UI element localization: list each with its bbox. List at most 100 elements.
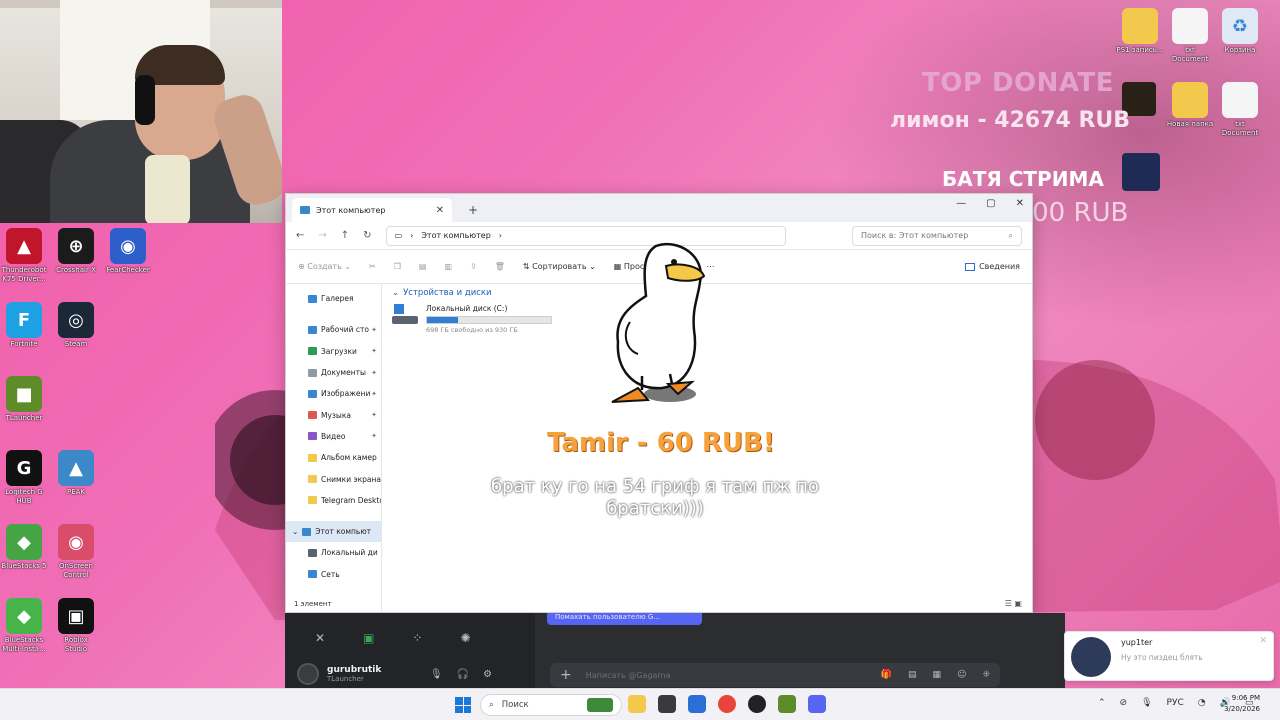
sidebar-item-8[interactable]: Снимки экрана [286,468,381,489]
desktop-icon-left-9[interactable]: ◉ OnScreen Control [44,524,108,580]
sidebar-item-10[interactable]: ⌄ Этот компьют [286,520,381,543]
minecraft-app-icon[interactable] [778,695,796,713]
desktop-icon-right-4[interactable]: txt Document [1208,82,1272,138]
close-tab-icon[interactable]: ✕ [436,205,444,216]
desktop-icon-left-11[interactable]: ▣ Roblox Studio [44,598,108,654]
activity-icon[interactable]: ✺ [460,631,470,645]
sidebar-item-7[interactable]: Альбом камер [286,447,381,468]
chevron-up-icon[interactable]: ⌃ [1098,698,1106,708]
drive-usage-bar [426,316,552,324]
create-button[interactable]: ⊕ Создать ⌄ [298,262,351,271]
discord-username: gurubrutik [327,665,382,675]
xbox-icon[interactable]: ▣ [363,631,374,645]
sidebar-item-label: Сеть [321,569,340,579]
headphones-icon[interactable]: 🎧 [457,669,469,680]
chevron-down-icon: ⌄ [392,288,400,298]
sidebar-item-11[interactable]: Локальный ди [286,542,381,563]
back-arrow-icon[interactable]: ← [296,230,304,241]
minimize-button[interactable]: — [956,198,966,209]
tab-this-pc[interactable]: Этот компьютер ✕ [292,198,452,222]
network-off-icon[interactable]: ⊘ [1120,698,1128,708]
sticker-icon[interactable]: ▦ [933,670,942,680]
tab-bar: Этот компьютер ✕ + — ▢ ✕ [286,194,1032,222]
taskbar-search[interactable]: ⌕ Поиск [480,694,622,716]
language-indicator[interactable]: РУС [1167,698,1184,708]
close-window-button[interactable]: ✕ [1016,198,1024,209]
sidebar-item-3[interactable]: Документы ✦ [286,362,381,383]
start-button[interactable] [455,697,471,713]
gif-icon[interactable]: ▤ [908,670,917,680]
microphone-icon[interactable]: 🎙 [430,669,443,680]
sidebar-item-5[interactable]: Музыка ✦ [286,404,381,425]
wave-button[interactable]: Помахать пользователю G... [547,613,702,625]
mute-icon[interactable]: ✕ [315,631,325,645]
desktop-icon-left-2[interactable]: ◉ FearChecker [96,228,160,275]
copy-icon[interactable]: ❐ [394,262,401,271]
maximize-button[interactable]: ▢ [986,198,995,209]
clock[interactable]: 9:06 PM 3/20/2026 [1224,693,1260,715]
emoji-icon[interactable]: ☺ [957,670,966,680]
sidebar-item-9[interactable]: Telegram Deskto [286,490,381,511]
pin-icon: ✦ [371,368,377,377]
sidebar-item-2[interactable]: Загрузки ✦ [286,341,381,362]
search-input[interactable]: Поиск в: Этот компьютер ⌕ [852,225,1022,246]
discord-user-status: TLauncher [327,675,364,683]
sidebar-item-label: Музыка [321,410,351,420]
paste-icon[interactable]: ▤ [419,262,427,271]
wifi-icon[interactable]: ◔ [1198,698,1206,708]
details-button[interactable]: Сведения [965,262,1020,271]
drive-free-space: 698 ГБ свободно из 930 ГБ [426,326,518,334]
microphone-icon[interactable]: 🎙 [1141,698,1152,708]
view-toggle[interactable]: ☰ ▣ [1005,599,1022,608]
sidebar-item-label: Документы [321,368,366,378]
app-icon: ◆ [6,598,42,634]
settings-gear-icon[interactable]: ⚙ [483,669,492,680]
sort-button[interactable]: ⇅ Сортировать ⌄ [523,262,596,271]
file-explorer-app-icon[interactable] [628,695,646,713]
up-arrow-icon[interactable]: ↑ [341,230,349,241]
csgo-icon [1122,153,1160,191]
folder-icon [308,496,317,505]
sidebar-item-label: Изображени [321,389,371,399]
apps-grid-icon[interactable]: ⁜ [982,670,990,680]
attach-plus-icon[interactable]: + [560,667,572,683]
discord-user-panel[interactable]: gurubrutik TLauncher [297,663,381,685]
new-tab-button[interactable]: + [468,203,478,217]
cut-icon[interactable]: ✂ [369,262,376,271]
obs-app-icon[interactable] [748,695,766,713]
delete-icon[interactable]: 🗑 [495,262,505,271]
sidebar-item-0[interactable]: Галерея [286,288,381,309]
task-view-icon[interactable] [658,695,676,713]
gift-icon[interactable]: 🎁 [881,670,892,680]
forward-arrow-icon[interactable]: → [318,230,326,241]
monitor-icon: ▭ [394,231,403,240]
notification-close-icon[interactable]: ✕ [1259,636,1267,646]
desktop-icon-right-2[interactable]: ♻ Корзина [1208,8,1272,55]
rename-icon[interactable]: ▥ [444,262,452,271]
sidebar-item-label: Снимки экрана [321,474,381,484]
message-input[interactable]: + Написать @Gagarna 🎁 ▤ ▦ ☺ ⁜ [550,663,1000,687]
apps-icon[interactable]: ⁘ [412,631,422,645]
sidebar-item-1[interactable]: Рабочий сто ✦ [286,319,381,340]
desktop-icon-left-4[interactable]: ◎ Steam [44,302,108,349]
app-icon: G [6,450,42,486]
store-app-icon[interactable] [688,695,706,713]
sidebar-item-12[interactable]: Сеть [286,564,381,585]
share-icon[interactable]: ⇪ [470,262,477,271]
discord-notification[interactable]: yup1ter Ну это пиздец блять ✕ [1064,631,1274,681]
desktop-icon-label: Roblox Studio [64,636,88,653]
sidebar-item-label: Этот компьют [315,527,372,537]
address-bar[interactable]: ▭ › Этот компьютер › [385,225,786,246]
folder-icon [308,325,317,334]
breadcrumb[interactable]: Этот компьютер [421,231,490,240]
discord-app-icon[interactable] [808,695,826,713]
sidebar-item-4[interactable]: Изображени ✦ [286,383,381,404]
desktop-icon-left-5[interactable]: ■ TLauncher [0,376,56,423]
chevron-down-icon[interactable]: ⌄ [292,527,298,536]
refresh-icon[interactable]: ↻ [363,230,371,241]
avatar[interactable] [297,663,319,685]
sidebar-item-6[interactable]: Видео ✦ [286,426,381,447]
window-controls: — ▢ ✕ [956,198,1024,209]
desktop-icon-left-7[interactable]: ▲ PEAK [44,450,108,497]
chrome-app-icon[interactable] [718,695,736,713]
